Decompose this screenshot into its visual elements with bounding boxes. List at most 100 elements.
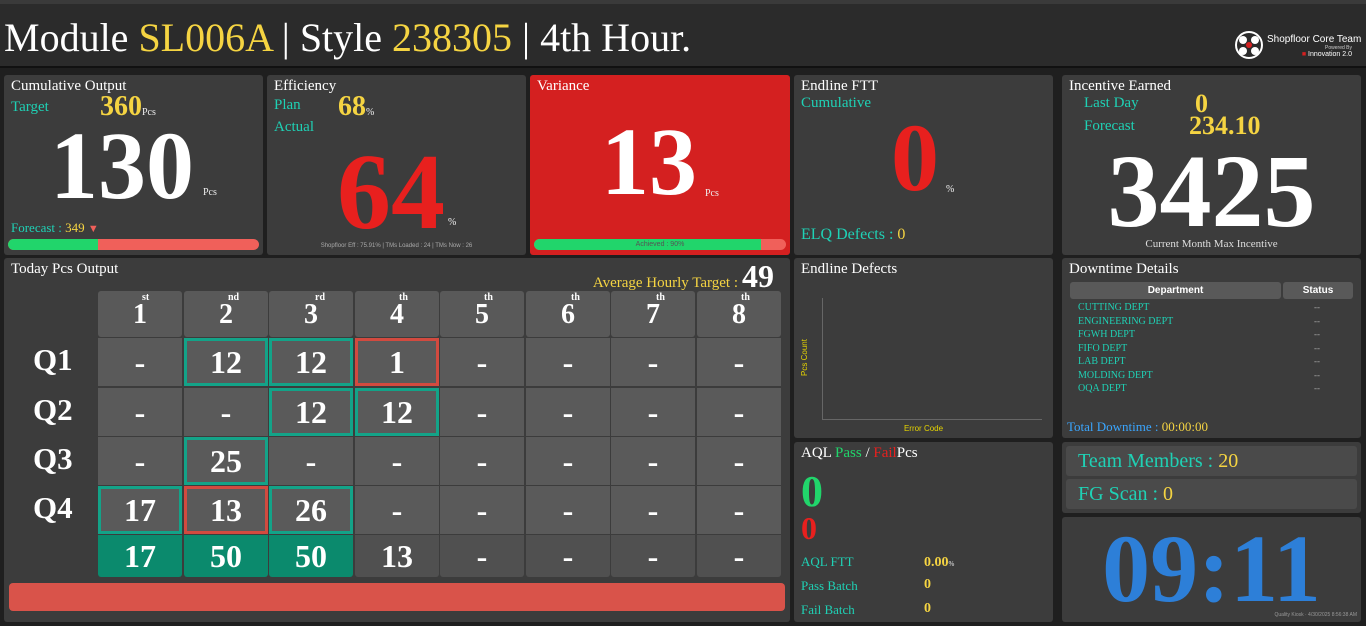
hour-header: 3rd [269,291,353,337]
brand-innovation: ■ Innovation 2.0 [1301,51,1352,58]
output-cell: - [526,388,610,436]
downtime-department: CUTTING DEPT [1078,302,1150,313]
panel-title: Efficiency [274,78,337,94]
output-cell: - [98,338,182,386]
incentive-caption: Current Month Max Incentive [1145,238,1278,250]
variance-value: 13 [601,108,697,215]
quarter-row-label: Q4 [33,490,73,525]
output-cell: - [611,388,695,436]
output-cell: - [184,388,268,436]
incentive-value: 3425 [1107,134,1316,249]
hour-ordinal-suffix: nd [228,292,240,303]
team-logo-icon [1235,31,1263,59]
pass-batch-label: Pass Batch [801,578,858,593]
efficiency-footer: Shopfloor Eff : 75.91% | TMs Loaded : 24… [320,243,473,249]
team-panel: Team Members : 20 FG Scan : 0 [1062,442,1361,513]
total-cell: 17 [98,535,182,577]
brand-name: Shopfloor Core Team [1267,34,1362,45]
downtime-department: ENGINEERING DEPT [1078,315,1174,327]
output-cell: - [440,338,524,386]
team-members: Team Members : 20 [1066,446,1357,476]
fail-batch-label: Fail Batch [801,602,855,617]
clock-time: 09:11 [1102,517,1321,622]
hour-header: 5th [440,291,524,337]
hour-ordinal-suffix: th [399,292,408,303]
downtime-department: OQA DEPT [1078,383,1127,394]
separator: | [522,15,531,60]
column-header-department: Department [1070,282,1281,299]
avg-target: Average Hourly Target : 49 [592,258,774,294]
hour-header: 8th [697,291,781,337]
hour-ordinal-suffix: rd [315,292,325,303]
output-cell: - [98,437,182,485]
last-day-label: Last Day [1084,95,1139,111]
style-value: 238305 [392,15,513,60]
downtime-status: -- [1314,342,1320,353]
output-cell: - [440,486,524,534]
plan-label: Plan [274,97,301,113]
total-cell: - [697,535,781,577]
total-downtime: Total Downtime : 00:00:00 [1067,419,1209,434]
hour-number: 5 [475,299,489,330]
progress-label: Achieved : 90% [635,241,685,248]
output-cell: - [98,388,182,436]
ftt-value: 0 [891,104,939,211]
cumulative-output-panel: Cumulative Output Target 360Pcs 130 Pcs … [4,75,263,255]
hour-ordinal-suffix: th [571,292,580,303]
endline-defects-panel: Endline Defects Pcs Count Error Code [794,258,1053,438]
output-cell: - [697,388,781,436]
header-bar: Module SL006A | Style 238305 | 4th Hour.… [0,0,1366,68]
cumulative-label: Cumulative [801,95,871,111]
endline-ftt-panel: Endline FTT Cumulative 0 % ELQ Defects :… [794,75,1053,255]
column-header-status: Status [1283,282,1353,299]
panel-title: Endline FTT [801,78,879,94]
forecast-label: Forecast [1084,118,1135,134]
aql-ftt-label: AQL FTT [801,554,854,569]
hour-number: 8 [732,299,746,330]
quarter-row-label: Q3 [33,441,73,476]
total-cell: - [611,535,695,577]
downtime-status: -- [1314,383,1320,393]
target-label: Target [11,99,49,115]
downtime-department: MOLDING DEPT [1078,369,1153,381]
hour-label: 4th Hour. [540,15,692,60]
progress-fill [8,239,99,250]
aql-panel: AQL Pass / FailPcs 0 0 AQL FTT 0.00% Pas… [794,442,1053,622]
style-label: Style [299,15,383,60]
total-cell: 13 [355,535,439,577]
pass-batch-value: 0 [924,577,931,592]
efficiency-value: 64 [337,133,445,252]
total-cell: - [440,535,524,577]
module-value: SL006A [138,15,272,60]
clock-panel: 09:11 Quality Kiosk · 4/30/2025 8:56:38 … [1062,517,1361,622]
output-cell: - [611,437,695,485]
downtime-status: -- [1314,329,1320,339]
fail-batch-value: 0 [924,601,931,616]
output-cell: - [269,437,353,485]
output-cell: 12 [355,388,439,436]
panel-title: Incentive Earned [1069,78,1172,94]
output-cell: - [440,437,524,485]
output-cell: - [697,338,781,386]
output-cell: 25 [184,437,268,485]
quarter-row-label: Q2 [33,392,73,427]
hour-header: 4th [355,291,439,337]
hour-header: 1st [98,291,182,337]
variance-unit: Pcs [705,188,719,199]
cumulative-unit: Pcs [203,187,217,198]
total-cell: - [526,535,610,577]
clock-footer: Quality Kiosk · 4/30/2025 8:56:38 AM [1274,612,1357,618]
ftt-unit: % [946,184,955,195]
chart-y-axis-label: Pcs Count [799,339,809,376]
panel-title: Today Pcs Output [11,261,119,277]
output-cell: - [611,486,695,534]
panel-title: Variance [537,78,590,94]
hour-number: 1 [133,299,147,330]
hour-number: 4 [390,299,404,330]
variance-progress-bar: Achieved : 90% [534,239,786,250]
hour-ordinal-suffix: th [484,292,493,303]
hour-header: 6th [526,291,610,337]
chart-x-axis-label: Error Code [903,424,944,433]
total-cell: 50 [184,535,268,577]
output-cell: 1 [355,338,439,386]
